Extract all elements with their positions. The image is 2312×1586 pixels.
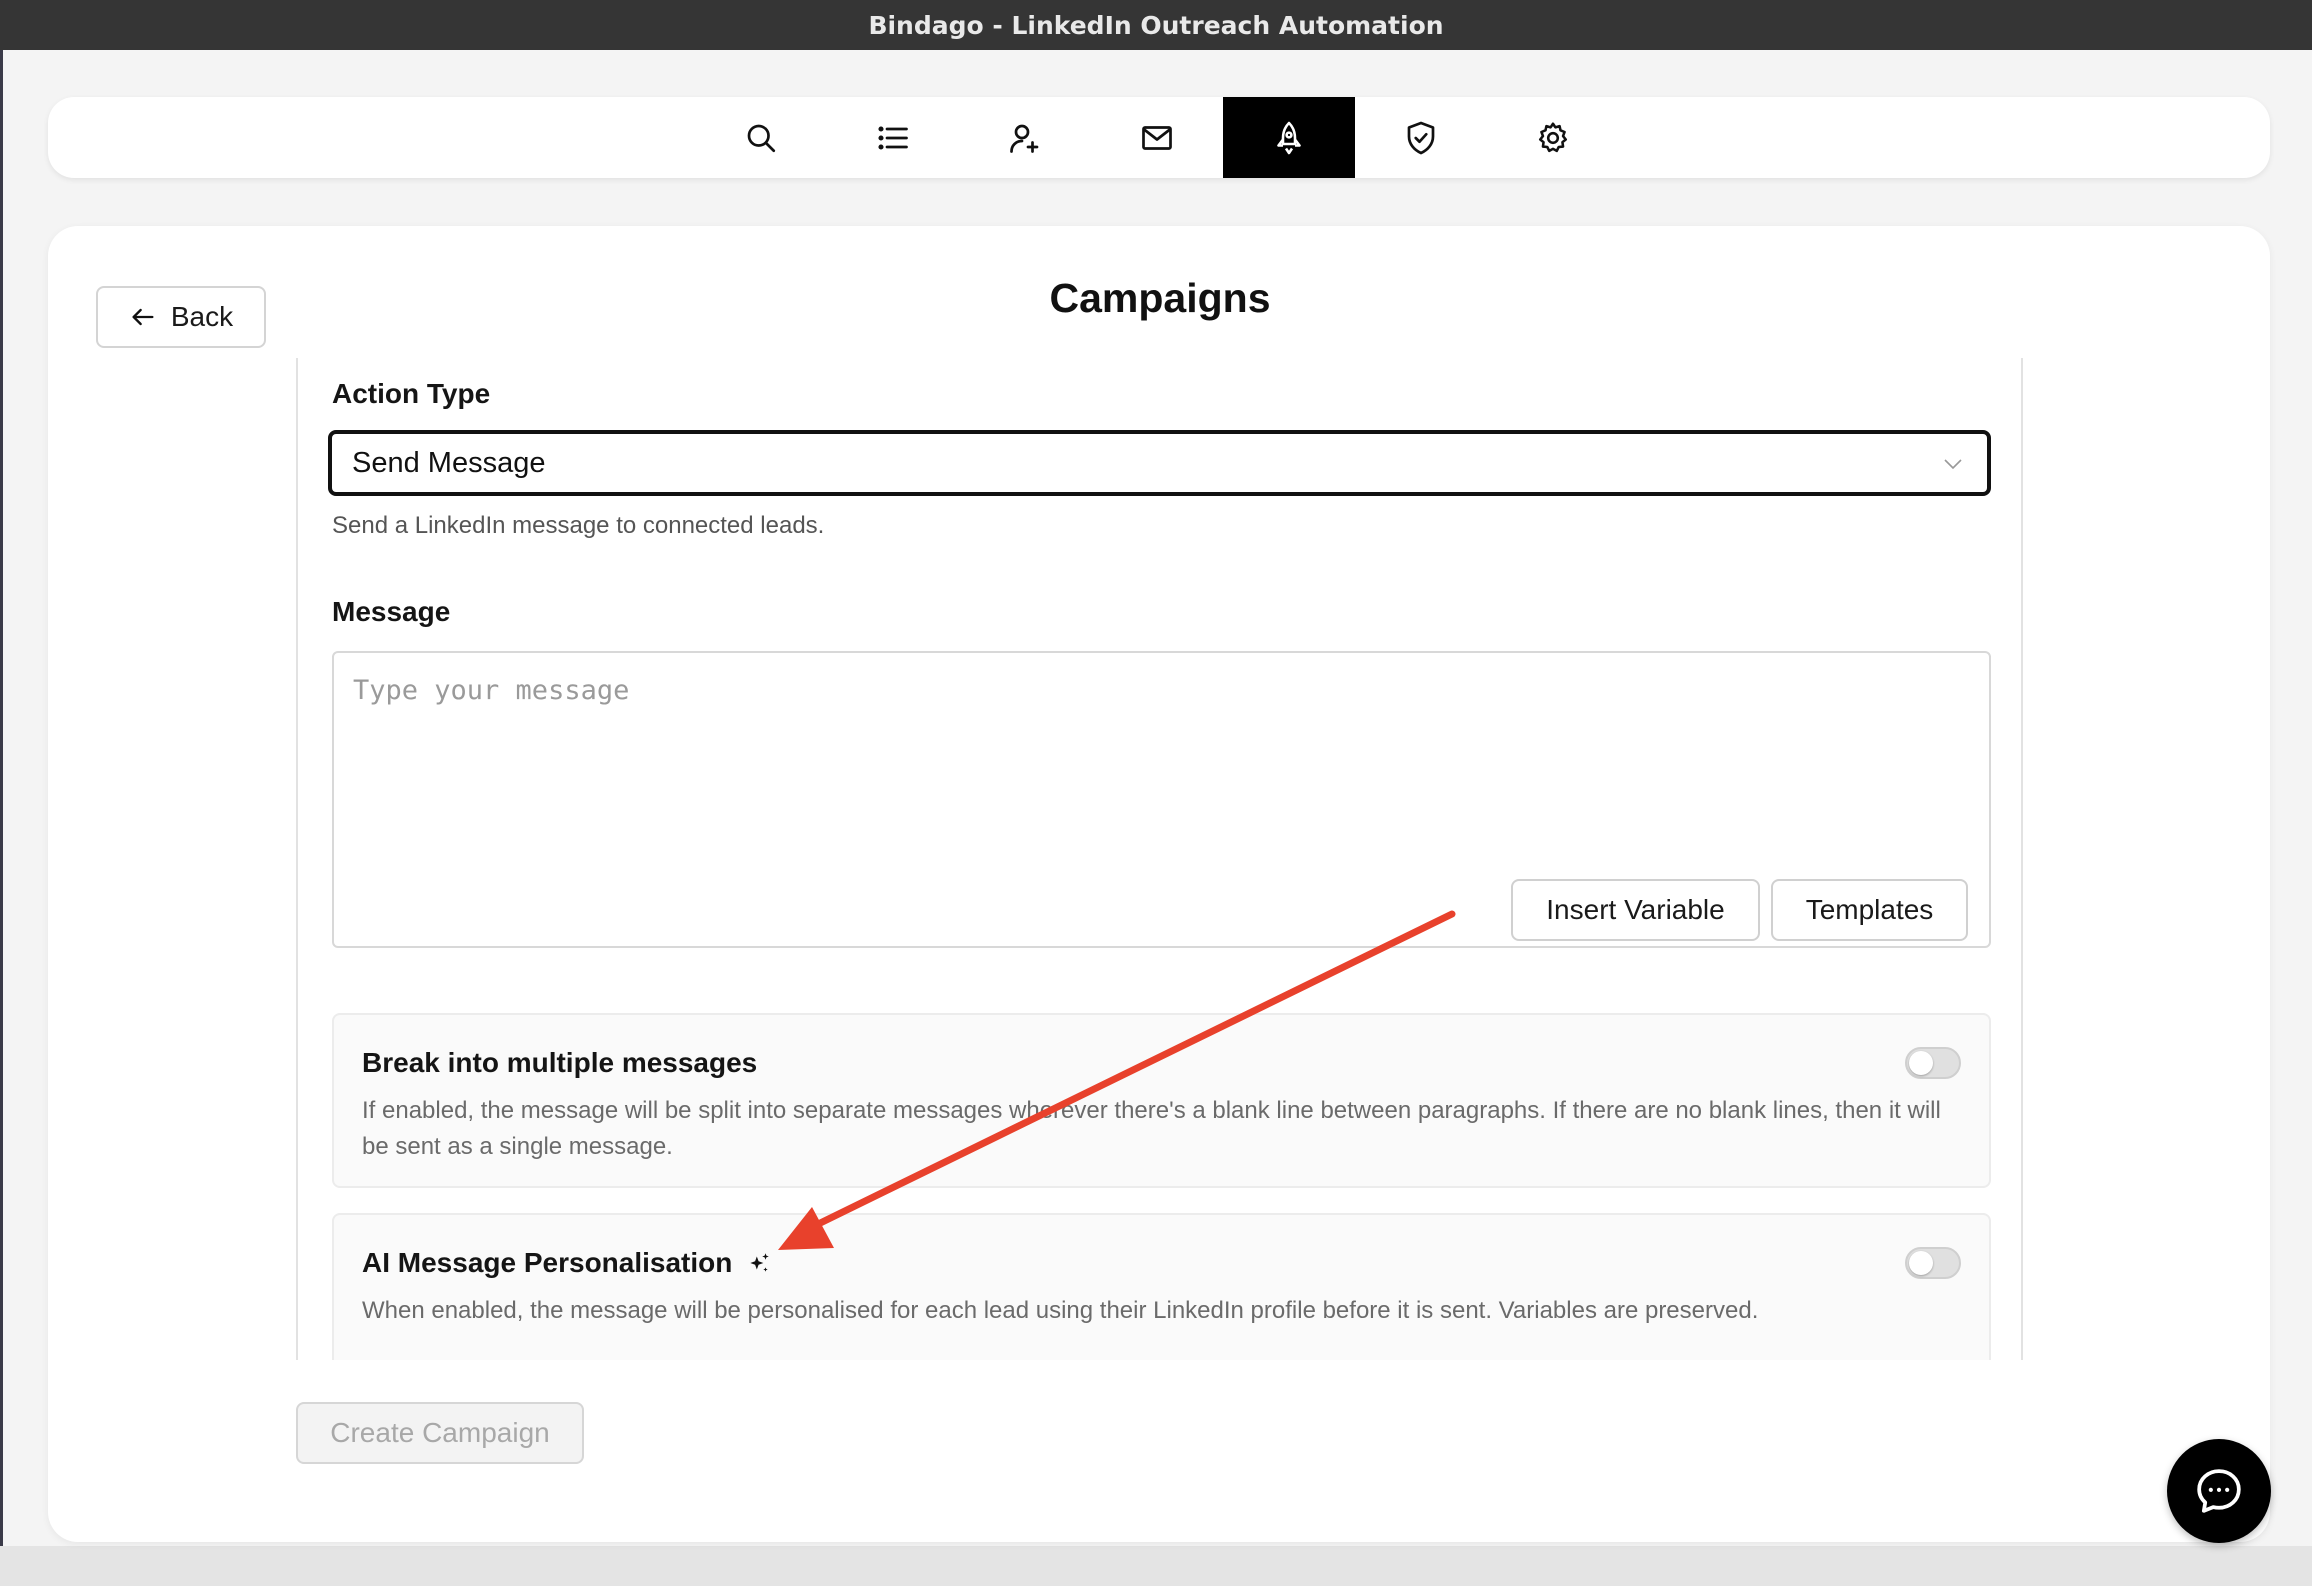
ai-personalisation-description: When enabled, the message will be person… (362, 1297, 1759, 1324)
ai-personalisation-toggle[interactable] (1905, 1247, 1961, 1279)
message-label: Message (332, 596, 451, 627)
nav-list[interactable] (827, 97, 959, 178)
toggle-knob (1909, 1051, 1933, 1075)
shield-check-icon (1407, 121, 1435, 154)
message-textarea[interactable]: Type your message Insert Variable Templa… (332, 651, 1991, 948)
break-messages-panel: Break into multiple messages If enabled,… (332, 1013, 1991, 1188)
nav-settings[interactable] (1487, 97, 1619, 178)
list-icon (878, 125, 908, 150)
rocket-icon (1277, 121, 1301, 154)
top-navbar (48, 97, 2270, 178)
gear-icon (1538, 121, 1568, 152)
ai-personalisation-panel: AI Message Personalisation When enabled,… (332, 1213, 1991, 1360)
nav-campaigns[interactable] (1223, 97, 1355, 178)
message-placeholder: Type your message (353, 675, 630, 706)
campaign-form: Action Type Send Message Send a LinkedIn… (296, 358, 2023, 1360)
templates-button[interactable]: Templates (1771, 879, 1968, 941)
toggle-knob (1909, 1251, 1933, 1275)
ai-personalisation-heading: AI Message Personalisation (362, 1247, 772, 1279)
nav-messages[interactable] (1091, 97, 1223, 178)
action-type-select[interactable]: Send Message (328, 430, 1991, 496)
break-messages-title: Break into multiple messages (362, 1047, 758, 1078)
action-type-help: Send a LinkedIn message to connected lea… (332, 512, 825, 539)
nav-leads[interactable] (959, 97, 1091, 178)
chevron-down-icon (1944, 459, 1962, 470)
action-type-value: Send Message (352, 446, 546, 479)
break-messages-description: If enabled, the message will be split in… (362, 1097, 1941, 1160)
bottom-band (0, 1546, 2312, 1586)
break-messages-toggle[interactable] (1905, 1047, 1961, 1079)
insert-variable-button[interactable]: Insert Variable (1511, 879, 1760, 941)
create-campaign-button[interactable]: Create Campaign (296, 1402, 584, 1464)
nav-search[interactable] (695, 97, 827, 178)
ai-personalisation-title: AI Message Personalisation (362, 1247, 733, 1278)
window-title: Bindago - LinkedIn Outreach Automation (0, 0, 2312, 50)
page-title: Campaigns (1049, 275, 1271, 321)
nav-safety[interactable] (1355, 97, 1487, 178)
user-add-icon (1010, 124, 1039, 153)
sparkle-icon (750, 1253, 770, 1272)
mail-icon (1142, 125, 1172, 150)
action-type-label: Action Type (332, 378, 491, 409)
chat-button[interactable] (2167, 1439, 2271, 1543)
chat-bubble-icon (2197, 1469, 2241, 1513)
search-icon (747, 124, 776, 152)
